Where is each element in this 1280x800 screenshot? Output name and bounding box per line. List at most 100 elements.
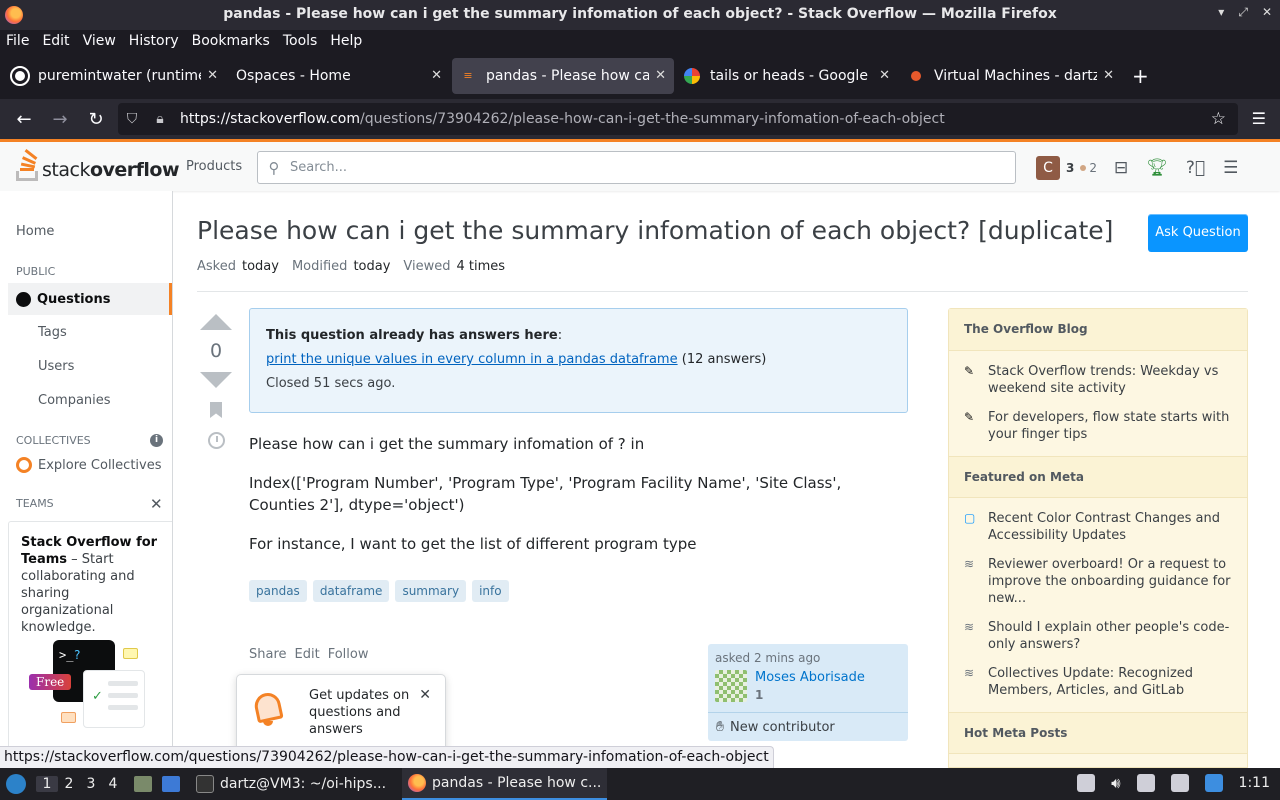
- back-icon[interactable]: ←: [6, 109, 42, 130]
- bookmark-star-icon[interactable]: ☆: [1211, 109, 1226, 129]
- tag-dataframe[interactable]: dataframe: [312, 580, 390, 602]
- tracking-shield-icon[interactable]: ⛉: [118, 111, 146, 127]
- meta-item[interactable]: ≋ Should I explain other people's code-on…: [949, 619, 1247, 653]
- link-status-overlay: https://stackoverflow.com/questions/7390…: [0, 746, 774, 768]
- menu-file[interactable]: File: [6, 33, 29, 49]
- blog-item[interactable]: ✎ For developers, flow state starts with …: [949, 409, 1247, 443]
- terminal-icon: [196, 775, 214, 793]
- window-controls: ▾ ⤢ ✕: [1218, 5, 1272, 20]
- menu-bookmarks[interactable]: Bookmarks: [192, 33, 270, 49]
- share-link[interactable]: Share: [249, 647, 287, 662]
- folder-icon[interactable]: [1136, 774, 1155, 792]
- tab-close-icon[interactable]: ✕: [207, 68, 218, 83]
- close-popup-icon[interactable]: ✕: [419, 687, 431, 703]
- nav-tags[interactable]: Tags: [38, 325, 67, 340]
- task-firefox[interactable]: pandas - Please how c...: [402, 768, 608, 800]
- workspace-2[interactable]: 2: [58, 776, 80, 792]
- modified-label: Modified: [291, 259, 348, 274]
- duplicate-link[interactable]: print the unique values in every column …: [266, 352, 678, 367]
- close-icon[interactable]: ✕: [150, 495, 163, 513]
- tab-close-icon[interactable]: ✕: [655, 68, 666, 83]
- tab-google-search[interactable]: tails or heads - Google Search ✕: [676, 58, 898, 94]
- new-contributor-banner[interactable]: ✋︎ New contributor: [708, 712, 908, 741]
- owner-name[interactable]: Moses Aborisade: [755, 670, 865, 685]
- tag-info[interactable]: info: [472, 580, 509, 602]
- meta-item[interactable]: ≋ Reviewer overboard! Or a request to imp…: [949, 556, 1247, 607]
- achievements-trophy-icon[interactable]: 🏆︎: [1146, 158, 1168, 178]
- workspace-1[interactable]: 1: [36, 776, 58, 792]
- display-icon[interactable]: [1170, 774, 1189, 792]
- follow-link[interactable]: Follow: [328, 647, 369, 662]
- ask-question-button[interactable]: Ask Question: [1148, 214, 1248, 252]
- history-icon[interactable]: [207, 432, 225, 449]
- menu-tools[interactable]: Tools: [283, 33, 318, 49]
- bronze-badge-count: 2: [1089, 161, 1097, 175]
- user-identicon[interactable]: [715, 670, 747, 702]
- search-input[interactable]: [290, 160, 1015, 175]
- hamburger-menu-icon[interactable]: ☰: [1252, 109, 1266, 128]
- blog-item[interactable]: ✎ Stack Overflow trends: Weekday vs weeke…: [949, 363, 1247, 397]
- downvote-icon[interactable]: [200, 372, 232, 388]
- menu-history[interactable]: History: [129, 33, 179, 49]
- volume-icon[interactable]: 🔊︎: [1111, 774, 1120, 792]
- modified-value[interactable]: today: [353, 259, 390, 274]
- comment-icon: ▢: [964, 511, 976, 525]
- bookmark-icon[interactable]: [210, 402, 222, 418]
- workspace-3[interactable]: 3: [80, 776, 102, 792]
- tab-virtual-machines[interactable]: Virtual Machines - dartz@ ✕: [900, 58, 1122, 94]
- avatar[interactable]: C: [1036, 156, 1060, 180]
- tab-close-icon[interactable]: ✕: [1103, 68, 1114, 83]
- user-card[interactable]: C 3 2: [1036, 156, 1097, 180]
- maximize-icon[interactable]: ⤢: [1238, 5, 1248, 20]
- hot-meta-heading: Hot Meta Posts: [949, 712, 1247, 754]
- lock-icon[interactable]: 🔒︎: [146, 111, 174, 127]
- asked-time[interactable]: asked 2 mins ago: [715, 651, 901, 665]
- products-link[interactable]: Products: [186, 159, 242, 174]
- header-icons: ⊟ 🏆︎ ?⃝ ☰: [1114, 158, 1238, 178]
- teams-illustration: >_? Free ✓: [27, 640, 157, 730]
- task-terminal[interactable]: dartz@VM3: ~/oi-hips...: [190, 768, 392, 800]
- url-bar[interactable]: ⛉ 🔒︎ https://stackoverflow.com/questions…: [118, 103, 1238, 135]
- inbox-icon[interactable]: ⊟: [1114, 158, 1128, 178]
- tag-summary[interactable]: summary: [395, 580, 467, 602]
- nav-companies[interactable]: Companies: [38, 393, 111, 408]
- body-paragraph: Please how can i get the summary infomat…: [249, 435, 645, 453]
- file-manager-icon[interactable]: [134, 776, 152, 792]
- nav-explore-collectives[interactable]: Explore Collectives: [16, 457, 162, 473]
- menu-help[interactable]: Help: [330, 33, 362, 49]
- nav-home[interactable]: Home: [16, 224, 54, 239]
- tag-pandas[interactable]: pandas: [249, 580, 307, 602]
- start-menu-icon[interactable]: [6, 774, 26, 794]
- clipboard-icon[interactable]: [1077, 774, 1096, 792]
- meta-item[interactable]: ▢ Recent Color Contrast Changes and Acces…: [949, 510, 1247, 544]
- tab-ospaces[interactable]: Ospaces - Home ✕: [228, 58, 450, 94]
- question-title[interactable]: Please how can i get the summary infomat…: [197, 216, 1137, 245]
- edit-link[interactable]: Edit: [295, 647, 320, 662]
- nav-users[interactable]: Users: [38, 359, 74, 374]
- site-switcher-icon[interactable]: ☰: [1223, 158, 1238, 178]
- search-box[interactable]: ⚲: [257, 151, 1016, 184]
- notification-icon[interactable]: [1204, 774, 1223, 792]
- tab-close-icon[interactable]: ✕: [879, 68, 890, 83]
- workspace-4[interactable]: 4: [102, 776, 124, 792]
- forward-icon[interactable]: →: [42, 109, 78, 130]
- wave-hand-icon: ✋︎: [716, 719, 724, 735]
- menu-view[interactable]: View: [83, 33, 116, 49]
- url-text[interactable]: https://stackoverflow.com/questions/7390…: [180, 111, 945, 127]
- meta-item[interactable]: ≋ Collectives Update: Recognized Members,…: [949, 665, 1247, 699]
- desktop-icon[interactable]: [162, 776, 180, 792]
- info-icon[interactable]: i: [150, 434, 163, 447]
- so-logo[interactable]: stackoverflow: [16, 149, 180, 181]
- tab-close-icon[interactable]: ✕: [431, 68, 442, 83]
- new-tab-button[interactable]: +: [1132, 64, 1149, 88]
- minimize-icon[interactable]: ▾: [1218, 5, 1224, 20]
- tab-puremintwater[interactable]: puremintwater (runtime) ✕: [4, 58, 226, 94]
- nav-questions[interactable]: Questions: [8, 283, 172, 315]
- menu-edit[interactable]: Edit: [42, 33, 69, 49]
- help-icon[interactable]: ?⃝: [1186, 158, 1205, 178]
- reload-icon[interactable]: ↻: [78, 109, 114, 130]
- asked-value[interactable]: today: [242, 259, 279, 274]
- close-window-icon[interactable]: ✕: [1262, 5, 1272, 20]
- upvote-icon[interactable]: [200, 314, 232, 330]
- tab-pandas-question[interactable]: ≡ pandas - Please how can i get ✕: [452, 57, 674, 94]
